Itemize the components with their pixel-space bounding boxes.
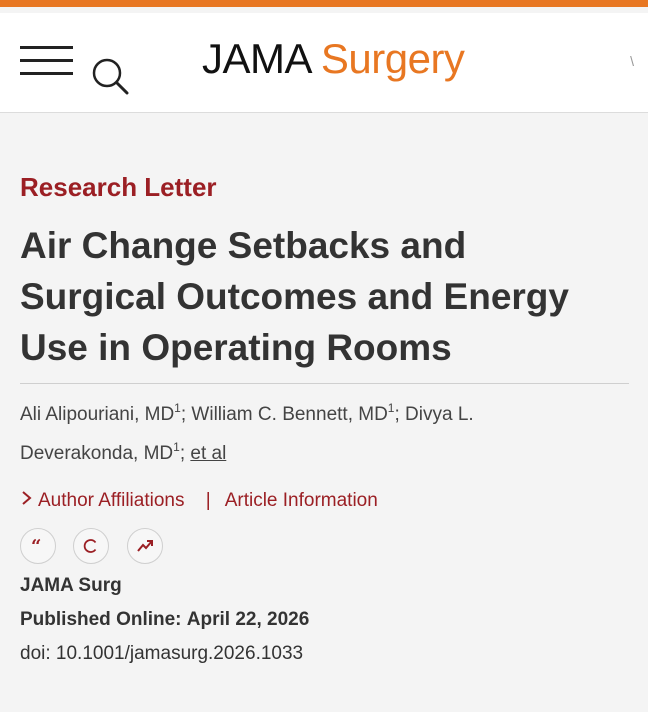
chevron-right-icon (22, 491, 32, 505)
logo-jama-text: JAMA (202, 35, 310, 82)
metrics-button[interactable] (127, 528, 163, 564)
article-type-label: Research Letter (20, 172, 217, 202)
affiliation-marker[interactable]: 1 (173, 440, 180, 454)
affiliation-marker[interactable]: 1 (388, 401, 395, 415)
doi-label: doi: (20, 643, 51, 664)
permissions-button[interactable] (73, 528, 109, 564)
published-label: Published Online: (20, 609, 182, 630)
site-header: JAMA Surgery \ (0, 13, 648, 113)
affiliation-marker[interactable]: 1 (174, 401, 181, 415)
author-affiliations-label: Author Affiliations (38, 490, 185, 511)
top-accent-bar (0, 0, 648, 7)
journal-logo[interactable]: JAMA Surgery (202, 35, 465, 83)
edge-fragment: \ (630, 53, 634, 69)
published-online: Published Online: April 22, 2026 (20, 608, 309, 632)
search-button[interactable] (90, 57, 130, 95)
author-name: William C. Bennett, MD (191, 404, 388, 425)
menu-line (20, 46, 73, 49)
svg-text:“: “ (31, 538, 41, 554)
quote-icon: “ (31, 538, 41, 554)
journal-name: JAMA Surg (20, 575, 122, 596)
doi-value[interactable]: 10.1001/jamasurg.2026.1033 (56, 643, 303, 664)
published-date: April 22, 2026 (186, 609, 310, 630)
menu-line (20, 59, 73, 62)
author-name: Ali Alipouriani, MD (20, 404, 175, 425)
search-icon (92, 58, 129, 95)
menu-line (20, 72, 73, 75)
article-links-row: Author Affiliations | Article Information (20, 489, 378, 513)
hamburger-menu-button[interactable] (20, 46, 73, 76)
article-information-link[interactable]: Article Information (225, 490, 378, 511)
author-affiliations-link[interactable]: Author Affiliations (20, 490, 190, 511)
doi-line: doi: 10.1001/jamasurg.2026.1033 (20, 642, 303, 666)
trending-chart-icon (137, 540, 153, 552)
et-al-link[interactable]: et al (190, 443, 226, 464)
cite-button[interactable]: “ (20, 528, 56, 564)
link-separator: | (205, 490, 211, 511)
copyright-icon (83, 539, 97, 553)
author-list: Ali Alipouriani, MD1; William C. Bennett… (20, 401, 474, 464)
divider (20, 383, 629, 384)
article-title: Air Change Setbacks and Surgical Outcome… (20, 225, 569, 368)
logo-surgery-text: Surgery (320, 35, 465, 82)
